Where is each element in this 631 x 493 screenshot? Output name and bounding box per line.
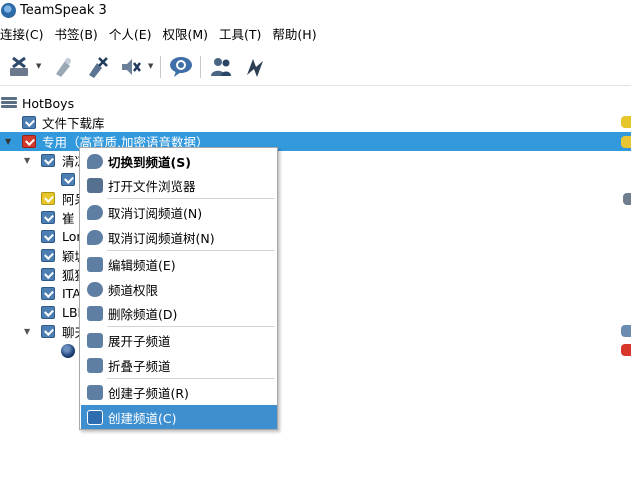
menu-item-create-subchannel[interactable]: 创建子频道(R) bbox=[81, 380, 277, 404]
menu-separator bbox=[107, 250, 275, 251]
create-subchannel-icon bbox=[87, 385, 103, 400]
menu-separator bbox=[107, 198, 275, 199]
menu-self[interactable]: 个人(E) bbox=[104, 25, 158, 45]
menu-item-unsubscribe-channel[interactable]: 取消订阅频道(N) bbox=[81, 200, 277, 224]
menu-connections[interactable]: 连接(C) bbox=[0, 25, 49, 45]
channel-icon bbox=[41, 230, 55, 243]
teamspeak-logo-icon bbox=[1, 3, 16, 18]
expand-subchannels-icon bbox=[87, 333, 103, 348]
collapse-arrow-icon[interactable]: ▼ bbox=[24, 327, 34, 337]
menu-permissions[interactable]: 权限(M) bbox=[157, 25, 214, 45]
menu-item-label: 频道权限 bbox=[108, 282, 159, 298]
teamspeak-window: TeamSpeak 3 连接(C) 书签(B) 个人(E) 权限(M) 工具(T… bbox=[0, 0, 631, 493]
menu-item-label: 创建频道(C) bbox=[108, 410, 177, 426]
menu-item-label: 取消订阅频道树(N) bbox=[108, 230, 215, 246]
menu-item-unsubscribe-tree[interactable]: 取消订阅频道树(N) bbox=[81, 225, 277, 249]
collapse-subchannels-icon bbox=[87, 358, 103, 373]
contacts-button[interactable] bbox=[206, 52, 236, 82]
status-icon bbox=[621, 344, 631, 356]
menu-separator bbox=[107, 326, 275, 327]
edit-channel-icon bbox=[87, 257, 103, 272]
channel-icon bbox=[41, 154, 55, 167]
channel-icon bbox=[41, 268, 55, 281]
server-row[interactable]: HotBoys bbox=[0, 94, 631, 113]
menu-item-label: 创建子频道(R) bbox=[108, 385, 189, 401]
menu-item-edit-channel[interactable]: 编辑频道(E) bbox=[81, 252, 277, 276]
collapse-arrow-icon[interactable]: ▼ bbox=[24, 156, 34, 166]
menu-tools[interactable]: 工具(T) bbox=[214, 25, 267, 45]
mute-speakers-icon bbox=[122, 59, 141, 75]
menu-item-switch-channel[interactable]: 切换到频道(S) bbox=[81, 149, 277, 173]
unsubscribe-tree-icon bbox=[87, 230, 103, 245]
disconnect-dropdown-arrow-icon[interactable]: ▼ bbox=[36, 62, 44, 70]
channel-icon bbox=[22, 135, 36, 148]
away-button[interactable] bbox=[48, 52, 78, 82]
create-channel-icon bbox=[87, 410, 103, 425]
menu-item-label: 删除频道(D) bbox=[108, 306, 178, 322]
away-icon bbox=[56, 58, 71, 77]
menu-item-label: 打开文件浏览器 bbox=[108, 178, 196, 194]
speakers-dropdown-arrow-icon[interactable]: ▼ bbox=[148, 62, 156, 70]
file-browser-icon bbox=[87, 178, 103, 193]
collapse-arrow-icon[interactable]: ▼ bbox=[5, 137, 15, 147]
channel-icon bbox=[22, 116, 36, 129]
channel-icon bbox=[41, 306, 55, 319]
channel-icon bbox=[41, 192, 55, 205]
switch-channel-icon bbox=[87, 154, 103, 169]
chat-icon bbox=[170, 57, 192, 77]
menu-item-label: 取消订阅频道(N) bbox=[108, 205, 203, 221]
mute-microphone-button[interactable] bbox=[82, 52, 112, 82]
title-bar: TeamSpeak 3 bbox=[0, 0, 631, 22]
channel-icon bbox=[41, 211, 55, 224]
menu-item-delete-channel[interactable]: 删除频道(D) bbox=[81, 301, 277, 325]
disconnect-button[interactable] bbox=[4, 52, 34, 82]
menu-separator bbox=[107, 378, 275, 379]
server-icon bbox=[1, 97, 17, 109]
status-icon bbox=[621, 325, 631, 337]
menu-item-create-channel[interactable]: 创建频道(C) bbox=[81, 405, 277, 429]
mute-microphone-icon bbox=[89, 57, 108, 78]
lock-icon bbox=[623, 193, 631, 205]
contacts-icon bbox=[211, 58, 231, 76]
channel-context-menu: 切换到频道(S) 打开文件浏览器 取消订阅频道(N) 取消订阅频道树(N) 编辑… bbox=[79, 147, 278, 430]
menu-item-label: 展开子频道 bbox=[108, 333, 171, 349]
channel-label: 文件下载库 bbox=[42, 116, 105, 131]
toolbar: ▼ ▼ bbox=[0, 48, 631, 86]
server-name: HotBoys bbox=[22, 96, 75, 111]
mute-speakers-button[interactable] bbox=[116, 52, 146, 82]
identity-icon bbox=[247, 59, 263, 77]
menu-item-label: 切换到频道(S) bbox=[108, 154, 191, 170]
chat-button[interactable] bbox=[166, 52, 196, 82]
channel-flag-icon bbox=[621, 136, 631, 148]
menu-item-open-file-browser[interactable]: 打开文件浏览器 bbox=[81, 173, 277, 197]
channel-permissions-icon bbox=[87, 282, 103, 297]
menu-item-label: 编辑频道(E) bbox=[108, 257, 176, 273]
channel-icon bbox=[61, 173, 75, 186]
menu-bar: 连接(C) 书签(B) 个人(E) 权限(M) 工具(T) 帮助(H) bbox=[0, 25, 631, 45]
channel-row[interactable]: 文件下载库 bbox=[0, 113, 631, 132]
menu-bookmarks[interactable]: 书签(B) bbox=[49, 25, 103, 45]
toolbar-separator bbox=[160, 56, 161, 78]
channel-icon bbox=[41, 325, 55, 338]
menu-item-collapse-subchannels[interactable]: 折叠子频道 bbox=[81, 353, 277, 377]
delete-channel-icon bbox=[87, 306, 103, 321]
channel-icon bbox=[41, 287, 55, 300]
menu-item-expand-subchannels[interactable]: 展开子频道 bbox=[81, 328, 277, 352]
toolbar-separator bbox=[200, 56, 201, 78]
identity-button[interactable] bbox=[240, 52, 270, 82]
user-icon bbox=[61, 343, 75, 358]
unsubscribe-icon bbox=[87, 205, 103, 220]
disconnect-icon bbox=[10, 56, 28, 76]
channel-label: 崔 bbox=[62, 211, 75, 226]
channel-icon bbox=[41, 249, 55, 262]
menu-item-label: 折叠子频道 bbox=[108, 358, 171, 374]
window-title: TeamSpeak 3 bbox=[20, 3, 107, 18]
menu-help[interactable]: 帮助(H) bbox=[267, 25, 322, 45]
menu-item-channel-permissions[interactable]: 频道权限 bbox=[81, 277, 277, 301]
